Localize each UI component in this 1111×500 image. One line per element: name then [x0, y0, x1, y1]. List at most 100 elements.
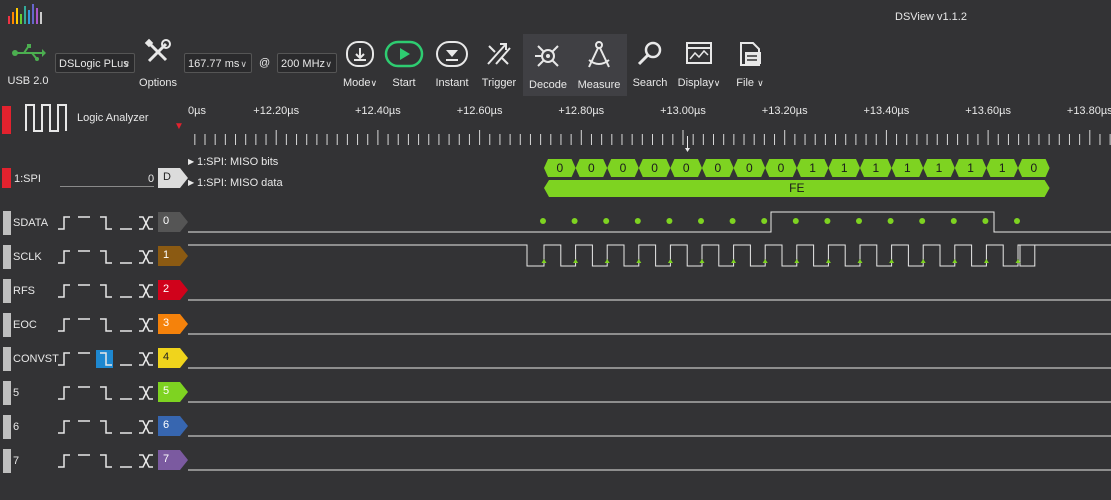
bit-value: 0 [588, 161, 595, 175]
edge-marker-icon [667, 259, 673, 263]
sample-dot [950, 218, 957, 224]
usb-status: USB 2.0 [6, 42, 50, 87]
sample-dot [1014, 218, 1020, 224]
file-label: File [736, 77, 755, 89]
compass-icon [588, 41, 610, 68]
waveform-area[interactable] [0, 200, 1111, 500]
app-title: DSView v1.1.2 [895, 11, 967, 23]
ruler-tick-label: +13.80µs [1066, 105, 1111, 117]
chevron-down-icon: ∨ [713, 78, 721, 88]
chevron-down-icon: ∨ [240, 59, 247, 69]
instant-icon [436, 41, 468, 67]
search-label: Search [632, 77, 668, 89]
sdata-waveform [188, 211, 1111, 233]
bit-value: 0 [778, 161, 785, 175]
wrench-screwdriver-icon [144, 38, 171, 63]
ruler-tick-label: +12.60µs [456, 105, 503, 117]
mode-button[interactable]: Mode∨ [340, 40, 380, 89]
bit-value: 1 [967, 161, 974, 175]
mode-label: Mode [342, 77, 371, 89]
panel-swatch [2, 106, 11, 134]
decoder-annotations: 0 0 0 0 0 0 0 0 1 1 1 1 1 1 1 0 FE [544, 159, 1050, 197]
device-select-value: DSLogic PLus [59, 58, 129, 70]
sample-dot [634, 218, 641, 224]
sample-dot [666, 218, 673, 224]
ruler-tick-label: +12.20µs [253, 105, 300, 117]
start-label: Start [392, 77, 416, 89]
start-button[interactable]: Start [384, 40, 424, 89]
samplerate-select-value: 200 MHz [281, 58, 326, 70]
ruler-tick-label: +13.00µs [660, 105, 706, 117]
edge-marker-icon [541, 259, 547, 263]
sample-dot [919, 218, 926, 224]
bit-value: 1 [841, 161, 848, 175]
sample-dot [603, 218, 610, 224]
bit-value: 0 [746, 161, 753, 175]
chevron-down-icon: ∨ [325, 59, 332, 69]
decode-icon [535, 45, 559, 67]
file-icon [740, 42, 761, 66]
bit-value: 1 [936, 161, 943, 175]
trigger-icon [487, 43, 511, 65]
edge-marker-icon [794, 259, 800, 263]
edge-marker-icon [636, 259, 642, 263]
options-button[interactable]: Options [138, 38, 178, 89]
display-icon [686, 42, 712, 64]
edge-marker-icon [952, 259, 958, 263]
sample-dot [982, 218, 989, 224]
bit-value: 0 [556, 161, 563, 175]
duration-select[interactable]: 167.77 ms ∨ [184, 53, 252, 73]
trigger-label: Trigger [481, 77, 517, 89]
chevron-down-icon: ∨ [123, 59, 130, 69]
logic-analyzer-icon [24, 101, 70, 138]
at-label: @ [259, 57, 271, 69]
sample-dot [729, 218, 736, 224]
bit-value: 1 [809, 161, 816, 175]
edge-marker-icon [857, 259, 863, 263]
bit-value: 1 [872, 161, 879, 175]
ruler-tick-label: +13.60µs [965, 105, 1011, 117]
sample-dot [824, 218, 831, 224]
ruler-tick-label: +12.80µs [558, 105, 605, 117]
panel-menu-chevron-icon[interactable]: ▼ [174, 121, 184, 132]
sclk-waveform [188, 244, 1111, 267]
decode-button[interactable]: Decode [526, 40, 570, 91]
measure-label: Measure [577, 79, 621, 91]
sample-dot [887, 218, 894, 224]
ruler-tick-label: +13.40µs [863, 105, 910, 117]
edge-marker-icon [604, 259, 610, 263]
play-icon [384, 40, 424, 68]
options-label: Options [139, 77, 177, 89]
trigger-button[interactable]: Trigger [479, 40, 519, 89]
sample-dot [792, 218, 799, 224]
search-icon [637, 41, 662, 66]
measure-button[interactable]: Measure [576, 40, 622, 91]
sample-dot [540, 218, 546, 224]
edge-marker-icon [731, 259, 737, 263]
bit-value: 0 [714, 161, 721, 175]
edge-marker-icon [573, 259, 579, 263]
chevron-down-icon: ∨ [757, 78, 764, 88]
instant-label: Instant [435, 77, 469, 89]
bit-value: 0 [620, 161, 627, 175]
samplerate-select[interactable]: 200 MHz ∨ [277, 53, 337, 73]
bit-value: 0 [683, 161, 690, 175]
search-button[interactable]: Search [630, 40, 670, 89]
sample-dot [761, 218, 768, 224]
device-select[interactable]: DSLogic PLus ∨ [55, 53, 135, 73]
display-button[interactable]: Display∨ [676, 40, 722, 89]
toolbar: DSView v1.1.2 USB 2.0 DSLogic PLus ∨ Opt… [0, 0, 1111, 100]
duration-select-value: 167.77 ms [188, 58, 240, 70]
bit-value: 0 [651, 161, 658, 175]
ruler-first-label: 0µs [188, 105, 206, 117]
edge-marker-icon [920, 259, 926, 263]
edge-marker-icon [699, 259, 705, 263]
edge-marker-icon [825, 259, 831, 263]
decode-label: Decode [529, 79, 567, 91]
data-value: FE [789, 181, 804, 195]
file-button[interactable]: File ∨ [728, 40, 772, 89]
edge-marker-icon [889, 259, 895, 263]
usb-icon [12, 44, 46, 61]
instant-button[interactable]: Instant [432, 40, 472, 89]
usb-label: USB 2.0 [7, 75, 49, 87]
